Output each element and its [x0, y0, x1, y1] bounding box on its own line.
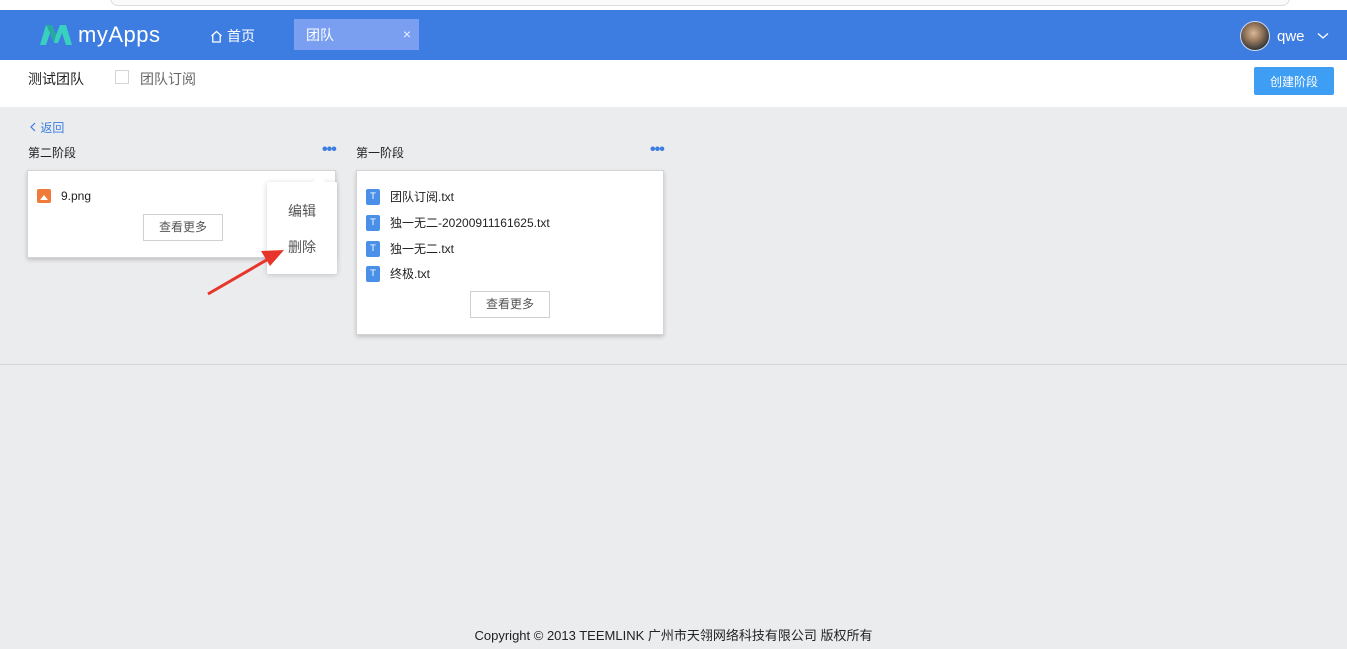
view-more-button[interactable]: 查看更多	[470, 291, 550, 318]
team-name: 测试团队	[28, 71, 84, 87]
create-stage-button[interactable]: 创建阶段	[1254, 67, 1334, 95]
text-file-icon: T	[366, 265, 380, 282]
user-menu[interactable]: qwe	[1240, 21, 1329, 51]
menu-item-edit[interactable]: 编辑	[267, 201, 337, 221]
file-item[interactable]: T 独一无二.txt	[366, 240, 454, 257]
file-name: 团队订阅.txt	[390, 190, 455, 204]
app-logo[interactable]: myApps	[38, 22, 160, 48]
file-item[interactable]: T 团队订阅.txt	[366, 188, 454, 205]
text-file-icon: T	[366, 240, 380, 257]
image-file-icon	[37, 189, 51, 203]
tab-team[interactable]: 团队 ×	[294, 19, 419, 50]
tab-team-label: 团队	[306, 26, 334, 43]
file-item[interactable]: T 独一无二-20200911161625.txt	[366, 214, 550, 231]
chevron-left-icon	[30, 122, 36, 132]
user-name: qwe	[1277, 27, 1305, 45]
stage-title: 第一阶段	[356, 146, 405, 160]
chevron-down-icon	[1317, 33, 1328, 39]
stage-more-icon[interactable]: •••	[650, 141, 665, 159]
browser-address-strip	[0, 0, 1347, 10]
footer-copyright: Copyright © 2013 TEEMLINK 广州市天翎网络科技有限公司 …	[474, 628, 873, 643]
file-name: 独一无二-20200911161625.txt	[390, 216, 550, 230]
subscribe-label[interactable]: 团队订阅	[140, 69, 196, 89]
text-file-icon: T	[366, 188, 380, 205]
back-label: 返回	[40, 121, 65, 135]
brand-name: myApps	[78, 22, 161, 47]
home-icon	[211, 30, 222, 43]
myapps-logo-icon	[40, 25, 72, 45]
stage-context-menu: 编辑 删除	[267, 176, 337, 274]
stage-title: 第二阶段	[28, 146, 77, 160]
menu-item-delete[interactable]: 删除	[267, 237, 337, 257]
stage-more-icon[interactable]: •••	[322, 141, 337, 159]
back-link[interactable]: 返回	[29, 119, 64, 136]
top-navigation-bar: myApps 首页 团队 × qwe	[0, 10, 1347, 60]
close-icon[interactable]: ×	[403, 26, 411, 42]
file-name: 独一无二.txt	[390, 242, 455, 256]
team-subheader: 测试团队 团队订阅 创建阶段	[0, 60, 1347, 107]
nav-home-link[interactable]: 首页	[210, 26, 255, 46]
stage-card: T 团队订阅.txt T 独一无二-20200911161625.txt T 独…	[356, 170, 664, 335]
avatar	[1240, 21, 1270, 51]
nav-home-label: 首页	[227, 28, 255, 44]
text-file-icon: T	[366, 214, 380, 231]
subscribe-checkbox[interactable]	[115, 70, 129, 84]
file-name: 终极.txt	[390, 267, 431, 281]
file-item[interactable]: 9.png	[37, 189, 91, 203]
address-bar-edge	[110, 0, 1290, 6]
view-more-button[interactable]: 查看更多	[143, 214, 223, 241]
file-name: 9.png	[61, 189, 92, 203]
file-item[interactable]: T 终极.txt	[366, 265, 430, 282]
